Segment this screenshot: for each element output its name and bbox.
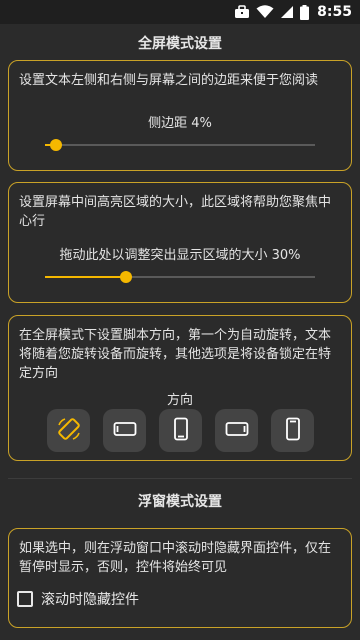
portrait-reverse-icon — [284, 417, 302, 445]
highlight-card: 设置屏幕中间高亮区域的大小，此区域将帮助您聚焦中心行 拖动此处以调整突出显示区域… — [8, 182, 352, 303]
fullscreen-section-title: 全屏模式设置 — [138, 36, 222, 52]
highlight-slider-label: 拖动此处以调整突出显示区域的大小 30% — [59, 248, 301, 263]
highlight-description: 设置屏幕中间高亮区域的大小，此区域将帮助您聚焦中心行 — [19, 195, 332, 229]
status-time: 8:55 — [317, 4, 352, 20]
orientation-description: 在全屏模式下设置脚本方向，第一个为自动旋转，文本将随着您旋转设备而旋转，其他选项… — [19, 328, 332, 381]
landscape-right-icon — [225, 420, 249, 442]
signal-icon — [280, 5, 294, 19]
margin-card: 设置文本左侧和右侧与屏幕之间的边距来便于您阅读 侧边距 4% — [8, 60, 352, 171]
orientation-card: 在全屏模式下设置脚本方向，第一个为自动旋转，文本将随着您旋转设备而旋转，其他选项… — [8, 315, 352, 461]
wifi-icon — [256, 5, 274, 19]
portrait-icon — [172, 417, 190, 445]
landscape-left-button[interactable] — [103, 409, 146, 452]
orientation-options — [47, 409, 314, 452]
landscape-left-icon — [113, 420, 137, 442]
floating-section-title: 浮窗模式设置 — [138, 494, 222, 510]
section-divider — [8, 478, 352, 479]
hide-controls-description: 如果选中，则在浮动窗口中滚动时隐藏界面控件，仅在暂停时显示，否则，控件将始终可见 — [19, 541, 332, 575]
highlight-slider-fill — [45, 276, 126, 278]
briefcase-icon — [234, 5, 250, 19]
margin-slider-label: 侧边距 4% — [148, 116, 212, 131]
hide-controls-row[interactable]: 滚动时隐藏控件 — [17, 589, 139, 609]
orientation-label: 方向 — [166, 393, 193, 408]
hide-controls-checkbox[interactable] — [17, 591, 33, 607]
margin-description: 设置文本左侧和右侧与屏幕之间的边距来便于您阅读 — [19, 73, 319, 88]
hide-controls-card: 如果选中，则在浮动窗口中滚动时隐藏界面控件，仅在暂停时显示，否则，控件将始终可见… — [8, 528, 352, 628]
status-bar: 8:55 — [0, 0, 360, 24]
portrait-reverse-button[interactable] — [271, 409, 314, 452]
portrait-button[interactable] — [159, 409, 202, 452]
margin-slider-thumb[interactable] — [49, 139, 62, 151]
highlight-slider-thumb[interactable] — [120, 271, 132, 283]
hide-controls-label: 滚动时隐藏控件 — [41, 592, 139, 608]
auto-rotate-icon — [56, 416, 82, 446]
auto-rotate-button[interactable] — [47, 409, 90, 452]
margin-slider[interactable] — [45, 139, 315, 151]
highlight-slider[interactable] — [45, 271, 315, 283]
landscape-right-button[interactable] — [215, 409, 258, 452]
battery-icon — [300, 4, 310, 20]
